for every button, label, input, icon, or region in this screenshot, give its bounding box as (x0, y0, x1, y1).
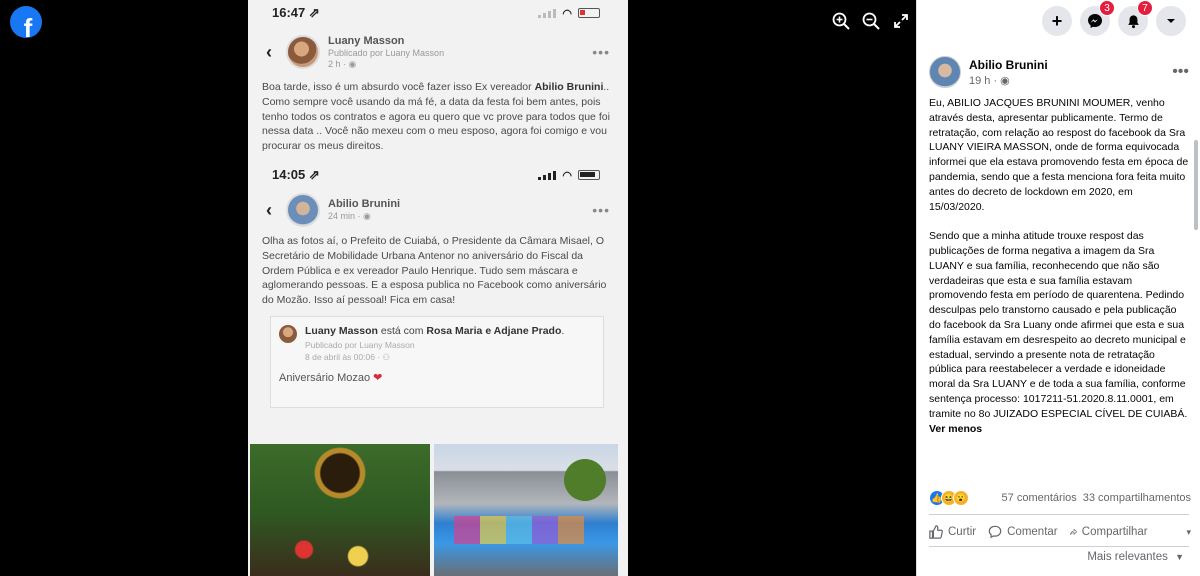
comments-count[interactable]: 57 comentários (1002, 492, 1077, 504)
reactions-bar: 👍 😆 😮 57 comentários 33 compartilhamento… (929, 490, 1191, 506)
heart-icon: ❤ (373, 371, 383, 384)
paragraph-text: Sendo que a minha atitude trouxe respost… (929, 230, 1188, 420)
comment-sort-dropdown[interactable]: Mais relevantes ▼ (1087, 551, 1184, 563)
phone-status-bar: 16:47 ⇗ ◠ (248, 0, 628, 26)
phone-post-sub: Publicado por Luany Masson (328, 47, 445, 58)
wifi-icon: ◠ (562, 7, 572, 20)
more-icon: ••• (592, 202, 610, 218)
signal-icon (538, 170, 557, 180)
text-part: . (561, 324, 565, 337)
zoom-in-icon[interactable] (830, 10, 852, 32)
phone-post-header: ‹ Luany Masson Publicado por Luany Masso… (248, 26, 628, 78)
divider (929, 514, 1189, 515)
phone-post-text: Boa tarde, isso é um absurdo você fazer … (248, 78, 628, 160)
like-label: Curtir (948, 526, 977, 538)
photo-viewer: f 16:47 ⇗ ◠ ‹ Luany Masson Publicado por… (0, 0, 916, 576)
avatar (286, 35, 320, 69)
author-avatar[interactable] (929, 56, 961, 88)
phone-post-time: 24 min · ◉ (328, 211, 371, 221)
post-text: Eu, ABILIO JACQUES BRUNINI MOUMER, venho… (929, 96, 1191, 451)
account-menu-button[interactable] (1156, 6, 1186, 36)
facebook-photo-viewer: f 16:47 ⇗ ◠ ‹ Luany Masson Publicado por… (0, 0, 1200, 576)
chevron-down-icon: ▼ (1175, 552, 1184, 562)
shared-post-card: Luany Masson está com Rosa Maria e Adjan… (270, 315, 604, 408)
messenger-badge: 3 (1099, 0, 1115, 16)
post-options-icon[interactable]: ••• (1172, 63, 1189, 81)
text-part: está com (377, 324, 427, 337)
post-photo: 16:47 ⇗ ◠ ‹ Luany Masson Publicado por L… (248, 0, 628, 576)
battery-icon (578, 8, 600, 18)
caption-text: Aniversário Mozao (279, 371, 374, 384)
share-label: Compartilhar (1081, 526, 1148, 538)
post-header: Abilio Brunini 19 h · ◉ ••• (929, 56, 1189, 88)
post-paragraph-1: Eu, ABILIO JACQUES BRUNINI MOUMER, venho… (929, 97, 1189, 213)
bell-icon (1127, 14, 1139, 28)
signal-icon (538, 8, 557, 18)
post-panel: + 3 7 Abilio Brunini 19 h · ◉ ••• Eu, AB… (916, 0, 1200, 576)
phone-status-bar-2: 14:05 ⇗ ◠ (248, 162, 628, 188)
create-button[interactable]: + (1042, 6, 1072, 36)
party-photo-decoration (250, 444, 430, 576)
comment-icon (988, 525, 1002, 539)
more-icon: ••• (592, 44, 610, 60)
party-photo-pool (434, 444, 618, 576)
text-part: Boa tarde, isso é um absurdo você fazer … (262, 81, 535, 93)
expand-icon[interactable] (890, 10, 912, 32)
status-time: 16:47 ⇗ (272, 5, 320, 20)
shared-post-title: Luany Masson está com Rosa Maria e Adjan… (305, 325, 564, 338)
wow-reaction-icon: 😮 (953, 490, 969, 506)
party-photos (248, 442, 628, 576)
viewer-toolbar (830, 10, 912, 32)
zoom-out-icon[interactable] (860, 10, 882, 32)
battery-icon (578, 170, 600, 180)
shared-post-date: 8 de abril às 00:06 · ⚇ (305, 351, 391, 362)
audience-caret-icon[interactable]: ▾ (1186, 527, 1191, 538)
see-less-link[interactable]: Ver menos (929, 423, 982, 435)
phone-post-author: Luany Masson (328, 34, 405, 47)
shared-post-caption: Aniversário Mozao ❤ (279, 371, 595, 384)
status-time-2: 14:05 ⇗ (272, 167, 320, 182)
shared-author: Luany Masson (305, 324, 378, 337)
back-arrow-icon: ‹ (266, 199, 272, 220)
avatar (286, 193, 320, 227)
phone-post-time: 2 h · ◉ (328, 58, 357, 69)
avatar (279, 324, 297, 343)
tagged-people: Rosa Maria e Adjane Prado (426, 324, 562, 337)
caret-down-icon (1167, 19, 1175, 23)
thumbs-up-icon (929, 525, 943, 539)
post-paragraph-2: Sendo que a minha atitude trouxe respost… (929, 229, 1191, 436)
plus-icon: + (1051, 10, 1063, 31)
messenger-icon (1088, 14, 1102, 28)
comment-label: Comentar (1007, 526, 1058, 538)
divider (929, 546, 1189, 547)
reaction-icons[interactable]: 👍 😆 😮 (929, 490, 969, 506)
post-actions: Curtir Comentar Compartilhar ▾ (929, 520, 1191, 544)
mention: Abilio Brunini (534, 81, 604, 93)
sort-label: Mais relevantes (1087, 551, 1168, 563)
shares-count[interactable]: 33 compartilhamentos (1083, 492, 1191, 504)
share-button[interactable]: Compartilhar (1069, 525, 1148, 539)
scrollbar[interactable] (1194, 140, 1198, 230)
phone-post-header-2: ‹ Abilio Brunini 24 min · ◉ ••• (248, 188, 628, 232)
comment-button[interactable]: Comentar (988, 525, 1058, 539)
phone-post-text-2: Olha as fotos aí, o Prefeito de Cuiabá, … (262, 235, 607, 307)
header-actions: + 3 7 (1042, 0, 1186, 36)
notifications-badge: 7 (1137, 0, 1153, 16)
post-timestamp[interactable]: 19 h · ◉ (969, 74, 1048, 87)
shared-post-sub: Publicado por Luany Masson (305, 339, 415, 350)
post-author[interactable]: Abilio Brunini (969, 58, 1048, 72)
wifi-icon: ◠ (562, 169, 572, 182)
messenger-button[interactable]: 3 (1080, 0, 1115, 36)
phone-post-author: Abilio Brunini (328, 198, 401, 210)
share-icon (1069, 528, 1077, 535)
notifications-button[interactable]: 7 (1118, 0, 1153, 36)
back-arrow-icon: ‹ (266, 41, 272, 62)
facebook-logo[interactable]: f (10, 6, 42, 38)
like-button[interactable]: Curtir (929, 525, 976, 539)
